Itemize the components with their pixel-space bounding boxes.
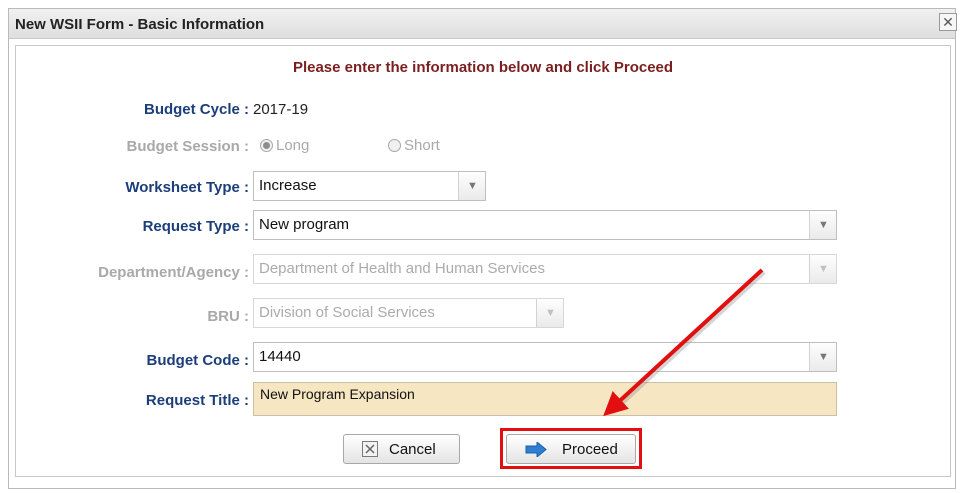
annotation-arrow xyxy=(603,268,766,417)
